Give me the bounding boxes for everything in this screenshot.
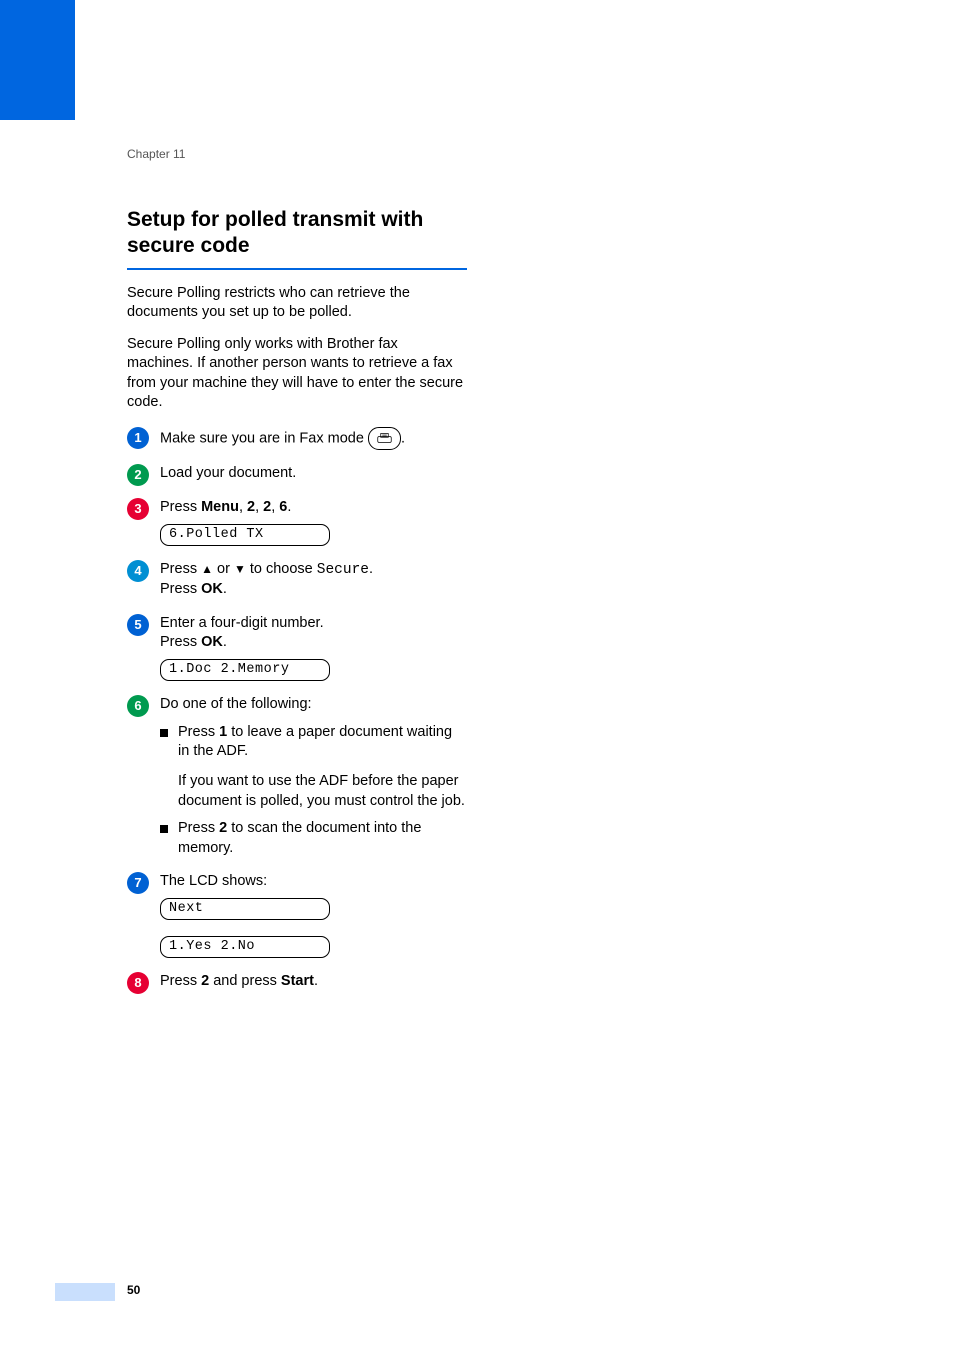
chapter-label: Chapter 11 [127,147,467,161]
step-6-option-2: Press 2 to scan the document into the me… [160,819,467,858]
step-5-text: Enter a four-digit number. [160,615,324,631]
title-underline [127,268,467,270]
step-6-text: Do one of the following: [160,696,312,712]
section-title: Setup for polled transmit with secure co… [127,207,467,260]
step-4-press-ok: Press [160,581,201,597]
step-badge-4: 4 [127,560,149,582]
key-2-final: 2 [201,973,209,989]
step-1-text-a: Make sure you are in Fax mode [160,430,368,446]
step-5-press: Press [160,634,201,650]
step-3-sep1: , [239,499,247,515]
step-8-press: Press [160,973,201,989]
step-5-dot: . [223,634,227,650]
page-content: Chapter 11 Setup for polled transmit wit… [127,147,467,992]
step-7: 7 The LCD shows: Next 1.Yes 2.No [127,872,467,958]
lcd-display-yes-no: 1.Yes 2.No [160,936,330,958]
step-3-press: Press [160,499,201,515]
step-badge-5: 5 [127,614,149,636]
lcd-display-polled-tx: 6.Polled TX [160,524,330,546]
step-6-options: Press 1 to leave a paper document waitin… [160,723,467,858]
step-6-note: If you want to use the ADF before the pa… [178,772,467,811]
step-4-press: Press [160,561,201,577]
up-arrow-icon: ▲ [201,562,213,576]
page-footer-tab [55,1283,115,1301]
step-4-or: or [213,561,234,577]
step-3-sep2: , [255,499,263,515]
step-1: 1 Make sure you are in Fax mode . [127,427,467,451]
menu-key: Menu [201,499,239,515]
opt2-press: Press [178,820,219,836]
intro-paragraph-1: Secure Polling restricts who can retriev… [127,284,467,323]
key-1: 1 [219,724,227,740]
step-badge-2: 2 [127,464,149,486]
key-2a: 2 [247,499,255,515]
step-3: 3 Press Menu, 2, 2, 6. 6.Polled TX [127,498,467,546]
header-blue-band [0,0,75,120]
secure-option: Secure [317,562,369,578]
step-8: 8 Press 2 and press Start. [127,972,467,992]
step-1-text-b: . [401,430,405,446]
ok-key-2: OK [201,634,223,650]
steps-list: 1 Make sure you are in Fax mode . 2 Load… [127,427,467,992]
step-4-choose: to choose [246,561,317,577]
step-5: 5 Enter a four-digit number. Press OK. 1… [127,614,467,681]
step-4-dot: . [369,561,373,577]
step-7-text: The LCD shows: [160,873,267,889]
key-2-opt: 2 [219,820,227,836]
down-arrow-icon: ▼ [234,562,246,576]
step-3-dot: . [287,499,291,515]
start-key: Start [281,973,314,989]
step-badge-8: 8 [127,972,149,994]
lcd-display-next: Next [160,898,330,920]
intro-paragraph-2: Secure Polling only works with Brother f… [127,335,467,413]
step-4: 4 Press ▲ or ▼ to choose Secure. Press O… [127,560,467,600]
step-badge-1: 1 [127,427,149,449]
lcd-display-doc-memory: 1.Doc 2.Memory [160,659,330,681]
step-6-option-1: Press 1 to leave a paper document waitin… [160,723,467,811]
step-8-dot: . [314,973,318,989]
ok-key-1: OK [201,581,223,597]
opt1-press: Press [178,724,219,740]
step-2-text: Load your document. [160,465,296,481]
page-number: 50 [127,1283,140,1297]
step-badge-7: 7 [127,872,149,894]
step-4-dot2: . [223,581,227,597]
step-2: 2 Load your document. [127,464,467,484]
step-6: 6 Do one of the following: Press 1 to le… [127,695,467,858]
step-8-and: and press [209,973,281,989]
step-badge-6: 6 [127,695,149,717]
fax-mode-icon [368,427,401,451]
step-badge-3: 3 [127,498,149,520]
